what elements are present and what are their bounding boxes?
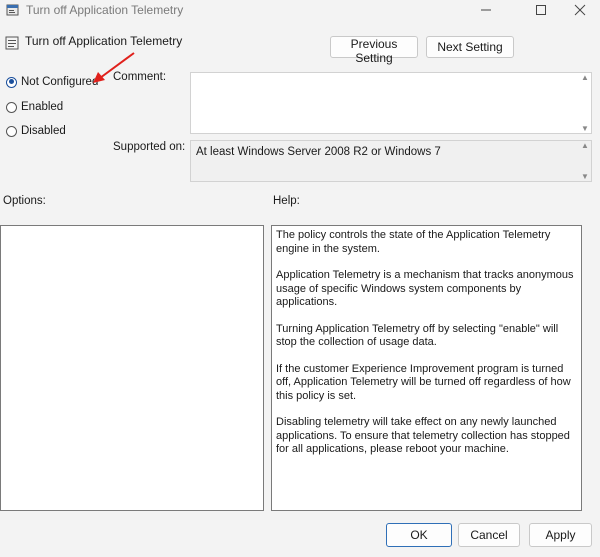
supported-on-field: At least Windows Server 2008 R2 or Windo… — [190, 140, 592, 182]
policy-title: Turn off Application Telemetry — [25, 34, 183, 48]
help-paragraph: If the customer Experience Improvement p… — [276, 362, 571, 402]
radio-button[interactable] — [6, 101, 17, 113]
help-panel: The policy controls the state of the App… — [271, 225, 582, 511]
help-paragraph: The policy controls the state of the App… — [276, 229, 551, 255]
options-panel — [0, 225, 264, 511]
radio-label: Enabled — [21, 101, 64, 113]
window-title: Turn off Application Telemetry — [26, 3, 184, 17]
scroll-down-icon[interactable]: ▼ — [581, 124, 589, 133]
supported-on-value: At least Windows Server 2008 R2 or Windo… — [196, 146, 441, 158]
next-setting-button[interactable]: Next Setting — [426, 36, 514, 58]
previous-setting-button[interactable]: Previous Setting — [330, 36, 418, 65]
comment-textarea[interactable]: ▲ ▼ — [190, 72, 592, 134]
options-label: Options: — [3, 195, 46, 207]
help-label: Help: — [273, 195, 300, 207]
policy-app-icon — [6, 4, 19, 16]
scroll-down-icon[interactable]: ▼ — [581, 172, 589, 181]
apply-button[interactable]: Apply — [529, 523, 592, 547]
comment-scrollbar[interactable]: ▲ ▼ — [579, 73, 591, 133]
ok-button[interactable]: OK — [386, 523, 452, 547]
radio-disabled[interactable]: Disabled — [6, 125, 66, 137]
scroll-up-icon[interactable]: ▲ — [581, 73, 589, 82]
radio-label: Disabled — [21, 125, 66, 137]
close-button[interactable] — [560, 0, 600, 20]
supported-on-label: Supported on: — [113, 141, 186, 153]
cancel-button[interactable]: Cancel — [458, 523, 520, 547]
radio-button[interactable] — [6, 125, 17, 137]
minimize-button[interactable] — [463, 0, 509, 20]
supported-scrollbar[interactable]: ▲ ▼ — [579, 141, 591, 181]
help-text: The policy controls the state of the App… — [276, 229, 577, 470]
radio-button-checked[interactable] — [6, 76, 17, 88]
radio-label: Not Configured — [21, 76, 99, 88]
close-icon — [574, 4, 586, 16]
maximize-icon — [536, 5, 546, 15]
maximize-button[interactable] — [518, 0, 564, 20]
radio-not-configured[interactable]: Not Configured — [6, 76, 98, 88]
scroll-up-icon[interactable]: ▲ — [581, 141, 589, 150]
help-paragraph: Application Telemetry is a mechanism tha… — [276, 269, 574, 308]
policy-setting-icon — [5, 36, 19, 50]
help-paragraph: Turning Application Telemetry off by sel… — [276, 322, 559, 349]
help-paragraph: Disabling telemetry will take effect on … — [276, 416, 570, 455]
radio-enabled[interactable]: Enabled — [6, 101, 63, 113]
minimize-icon — [481, 9, 491, 11]
comment-label: Comment: — [113, 71, 167, 83]
